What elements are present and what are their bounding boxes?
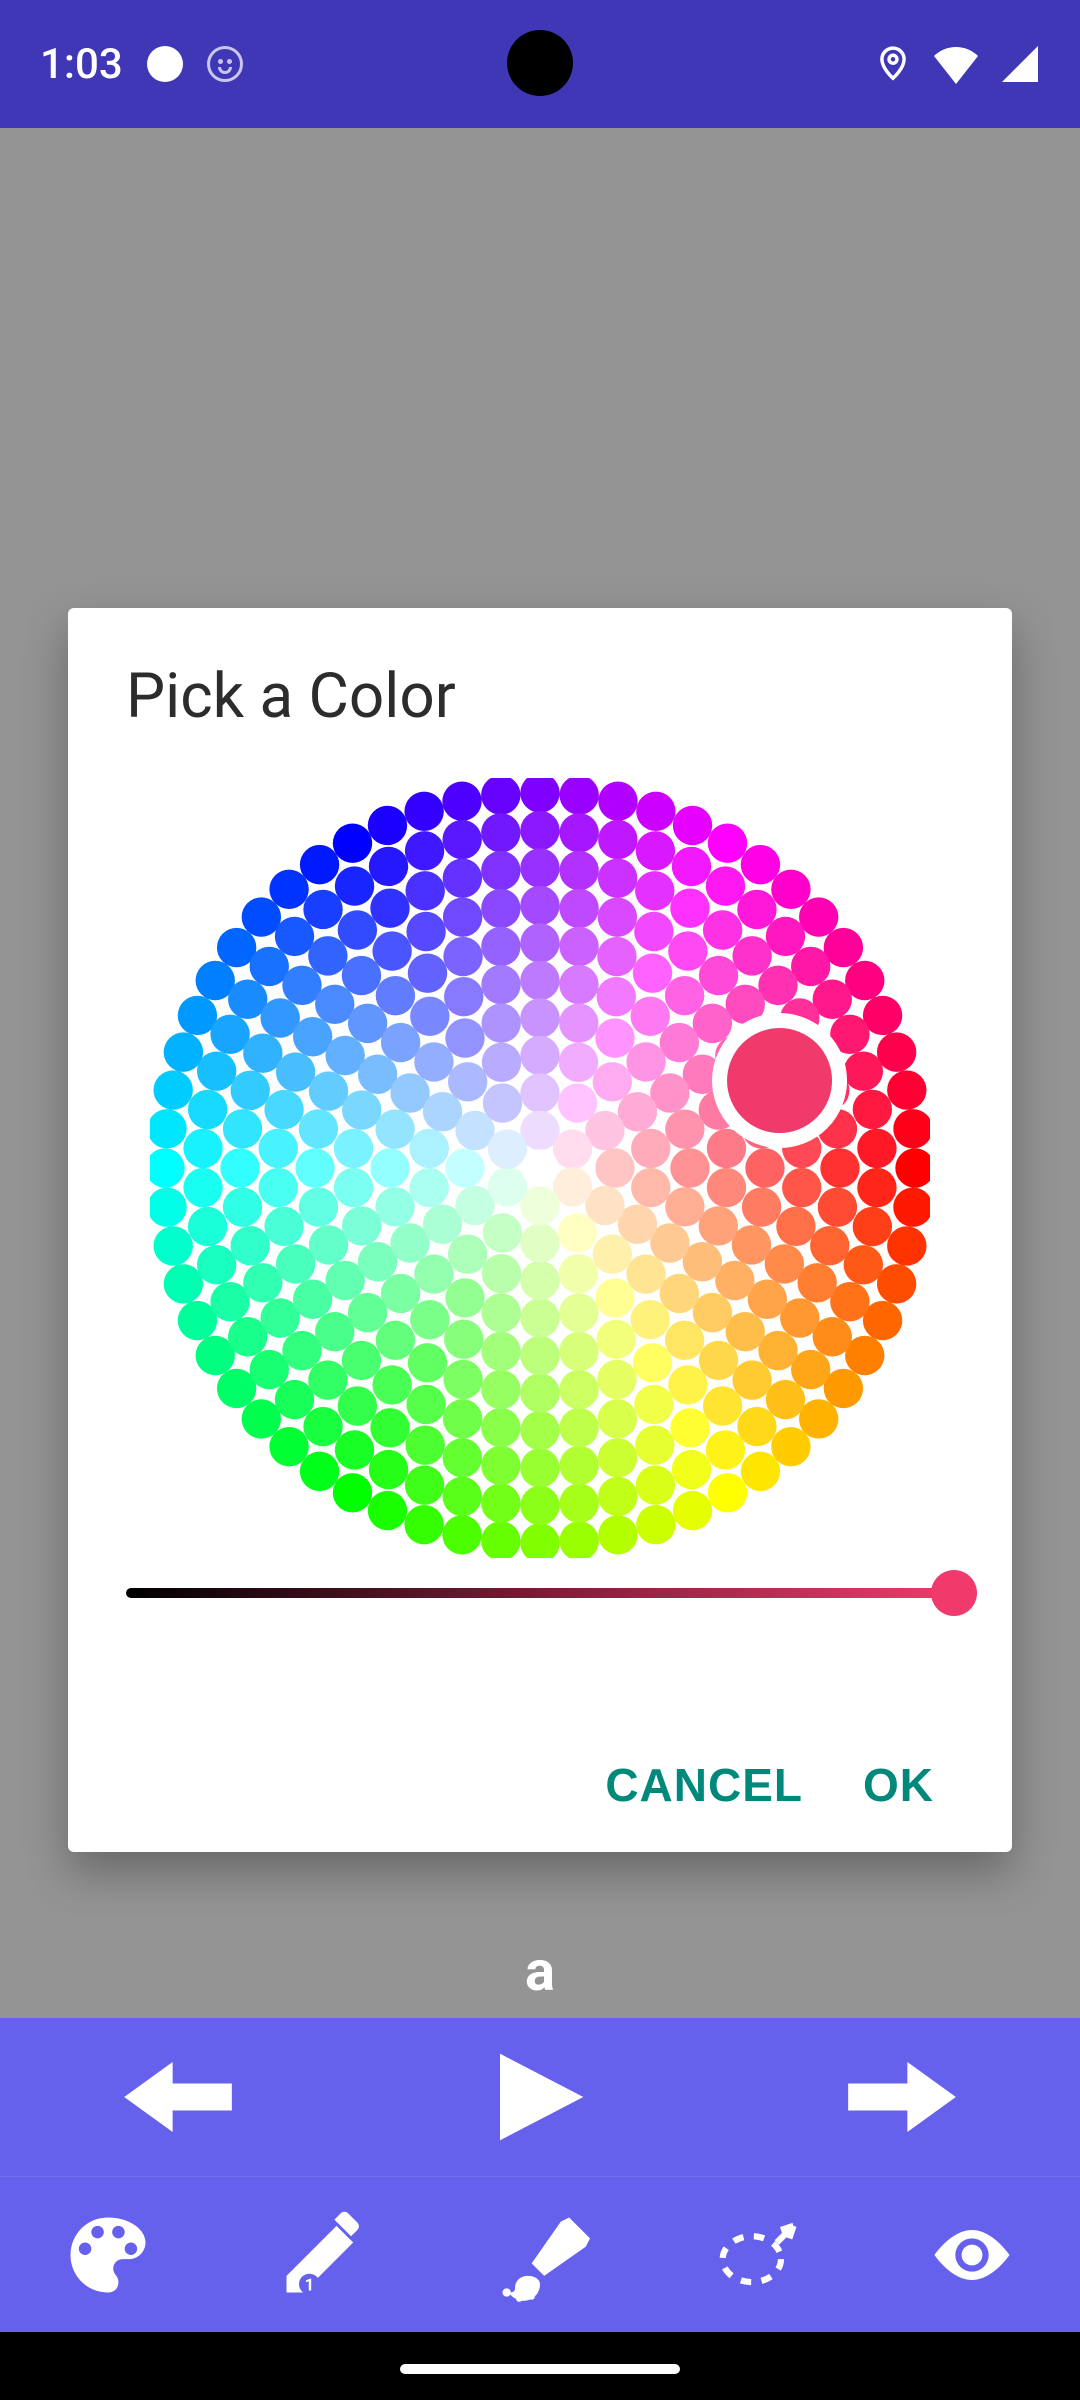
play-button[interactable] bbox=[480, 2047, 600, 2147]
status-left: 1:03 bbox=[40, 40, 243, 89]
ok-button[interactable]: OK bbox=[863, 1758, 934, 1812]
slider-track bbox=[126, 1588, 954, 1598]
location-icon bbox=[874, 44, 912, 84]
palette-tool-button[interactable] bbox=[58, 2205, 158, 2305]
status-right bbox=[874, 44, 1040, 84]
cell-signal-icon bbox=[1000, 44, 1040, 84]
previous-button[interactable] bbox=[123, 2062, 233, 2132]
svg-text:1: 1 bbox=[305, 2276, 315, 2295]
wifi-icon bbox=[930, 44, 982, 84]
status-notification-dot-icon bbox=[147, 46, 183, 82]
gesture-bar-icon[interactable] bbox=[400, 2364, 680, 2374]
slider-thumb-icon[interactable] bbox=[931, 1570, 977, 1616]
media-bar bbox=[0, 2018, 1080, 2176]
dialog-title: Pick a Color bbox=[126, 660, 954, 733]
status-time: 1:03 bbox=[40, 40, 123, 89]
color-picker-dialog: Pick a Color CANCEL OK bbox=[68, 608, 1012, 1852]
cancel-button[interactable]: CANCEL bbox=[605, 1758, 803, 1812]
preview-letter: a bbox=[525, 1938, 555, 2004]
tool-bar: 1 bbox=[0, 2176, 1080, 2332]
eye-tool-button[interactable] bbox=[922, 2205, 1022, 2305]
next-button[interactable] bbox=[847, 2062, 957, 2132]
brush-tool-button[interactable] bbox=[490, 2205, 590, 2305]
brightness-slider[interactable] bbox=[126, 1573, 954, 1613]
dialog-actions: CANCEL OK bbox=[126, 1718, 954, 1812]
color-wheel[interactable] bbox=[126, 773, 954, 1563]
camera-cutout-icon bbox=[507, 30, 573, 96]
pencil-tool-button[interactable]: 1 bbox=[274, 2205, 374, 2305]
status-face-icon bbox=[207, 46, 243, 82]
lasso-tool-button[interactable] bbox=[706, 2205, 806, 2305]
